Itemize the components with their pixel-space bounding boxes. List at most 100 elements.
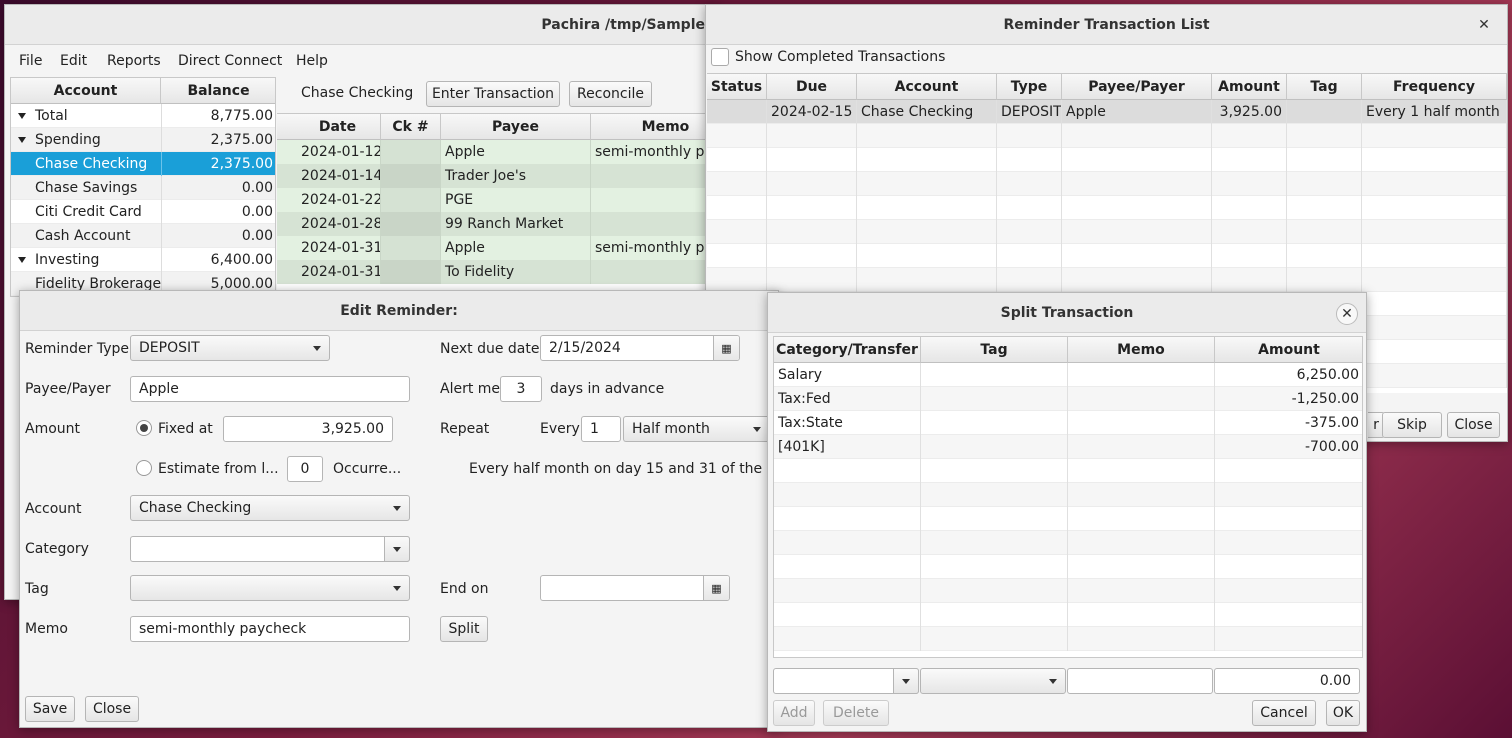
- close-icon[interactable]: ✕: [1336, 303, 1358, 325]
- empty-cell: [1215, 507, 1362, 531]
- calendar-icon[interactable]: ▦: [703, 576, 729, 600]
- end-on-input[interactable]: ▦: [540, 575, 730, 601]
- account-row[interactable]: Cash Account 0.00: [11, 224, 275, 248]
- expand-triangle-icon[interactable]: [18, 257, 26, 263]
- reminder-frequency: Every 1 half month: [1362, 100, 1507, 124]
- menu-direct-connect[interactable]: Direct Connect: [178, 53, 282, 69]
- account-row[interactable]: Spending 2,375.00: [11, 128, 275, 152]
- enter-transaction-button[interactable]: Enter Transaction: [426, 81, 560, 107]
- transaction-row[interactable]: 2024-01-31 Apple semi-monthly pa: [277, 236, 721, 260]
- reminder-row[interactable]: 2024-02-15 Chase Checking DEPOSIT Apple 3,92…: [707, 100, 1507, 124]
- payee-column-header[interactable]: Payee: [441, 114, 591, 140]
- fixed-amount-input[interactable]: 3,925.00: [223, 416, 393, 442]
- split-row[interactable]: [401K] -700.00: [774, 435, 1362, 459]
- memo-input[interactable]: semi-monthly paycheck: [130, 616, 410, 642]
- tag-select[interactable]: [130, 575, 410, 601]
- account-row[interactable]: Total 8,775.00: [11, 104, 275, 128]
- reminder-type-select[interactable]: DEPOSIT: [130, 335, 330, 361]
- transaction-date: 2024-01-14: [277, 164, 381, 188]
- menu-bar: File Edit Reports Direct Connect Help: [5, 49, 721, 75]
- empty-row: [707, 268, 1507, 292]
- frequency-column-header[interactable]: Frequency: [1362, 74, 1507, 100]
- category-column-header[interactable]: Category/Transfer: [774, 337, 921, 363]
- check-number-column-header[interactable]: Ck #: [381, 114, 441, 140]
- category-dropdown-button[interactable]: [384, 536, 410, 562]
- transaction-row[interactable]: 2024-01-28 99 Ranch Market: [277, 212, 721, 236]
- account-row[interactable]: Investing 6,400.00: [11, 248, 275, 272]
- split-amount: -700.00: [1215, 435, 1362, 459]
- split-tag-select[interactable]: [920, 668, 1066, 694]
- account-row[interactable]: Chase Savings 0.00: [11, 176, 275, 200]
- account-row[interactable]: Chase Checking 2,375.00: [11, 152, 275, 176]
- menu-reports[interactable]: Reports: [107, 53, 161, 69]
- every-unit-select[interactable]: Half month: [623, 416, 769, 442]
- expand-triangle-icon[interactable]: [18, 113, 26, 119]
- show-completed-checkbox[interactable]: [711, 48, 729, 66]
- estimate-count-input[interactable]: 0: [287, 456, 323, 482]
- split-tag: [921, 363, 1068, 387]
- split-amount: -1,250.00: [1215, 387, 1362, 411]
- split-memo-input[interactable]: [1067, 668, 1213, 694]
- type-column-header[interactable]: Type: [997, 74, 1062, 100]
- account-column-header[interactable]: Account: [11, 78, 161, 104]
- amount-column-header[interactable]: Amount: [1212, 74, 1287, 100]
- split-category: [401K]: [774, 435, 921, 459]
- skip-button[interactable]: Skip: [1382, 412, 1442, 438]
- empty-cell: [857, 196, 997, 220]
- empty-cell: [1062, 220, 1212, 244]
- reconcile-button[interactable]: Reconcile: [569, 81, 652, 107]
- split-titlebar[interactable]: Split Transaction ✕: [768, 293, 1366, 333]
- payee-input[interactable]: Apple: [130, 376, 410, 402]
- date-column-header[interactable]: Date: [277, 114, 381, 140]
- close-button[interactable]: Close: [1447, 412, 1500, 438]
- alert-days-input[interactable]: 3: [500, 376, 542, 402]
- transaction-row[interactable]: 2024-01-12 Apple semi-monthly pa: [277, 140, 721, 164]
- empty-cell: [1215, 459, 1362, 483]
- menu-file[interactable]: File: [19, 53, 42, 69]
- expand-triangle-icon[interactable]: [18, 137, 26, 143]
- category-input[interactable]: [130, 536, 410, 562]
- tag-column-header[interactable]: Tag: [921, 337, 1068, 363]
- balance-column-header[interactable]: Balance: [161, 78, 275, 104]
- edit-reminder-titlebar[interactable]: Edit Reminder:: [20, 291, 778, 331]
- ok-button[interactable]: OK: [1326, 700, 1360, 726]
- transaction-row[interactable]: 2024-01-14 Trader Joe's: [277, 164, 721, 188]
- calendar-icon[interactable]: ▦: [713, 336, 739, 360]
- estimate-radio[interactable]: [136, 460, 152, 476]
- due-column-header[interactable]: Due: [767, 74, 857, 100]
- split-button[interactable]: Split: [440, 616, 488, 642]
- split-row[interactable]: Salary 6,250.00: [774, 363, 1362, 387]
- split-category-dropdown[interactable]: [893, 668, 919, 694]
- split-amount-input[interactable]: 0.00: [1214, 668, 1360, 694]
- close-icon[interactable]: ✕: [1475, 16, 1493, 34]
- split-row[interactable]: Tax:Fed -1,250.00: [774, 387, 1362, 411]
- cancel-button[interactable]: Cancel: [1252, 700, 1316, 726]
- split-tag: [921, 435, 1068, 459]
- next-due-input[interactable]: 2/15/2024 ▦: [540, 335, 740, 361]
- empty-cell: [1068, 507, 1215, 531]
- transaction-row[interactable]: 2024-01-31 To Fidelity: [277, 260, 721, 284]
- account-row[interactable]: Citi Credit Card 0.00: [11, 200, 275, 224]
- amount-column-header[interactable]: Amount: [1215, 337, 1362, 363]
- status-column-header[interactable]: Status: [707, 74, 767, 100]
- account-select[interactable]: Chase Checking: [130, 495, 410, 521]
- reminder-list-titlebar[interactable]: Reminder Transaction List ✕: [706, 5, 1507, 45]
- account-column-header[interactable]: Account: [857, 74, 997, 100]
- memo-column-header[interactable]: Memo: [591, 114, 721, 140]
- main-window-titlebar[interactable]: Pachira /tmp/Sample: [5, 5, 719, 45]
- transaction-row[interactable]: 2024-01-22 PGE: [277, 188, 721, 212]
- empty-cell: [1287, 148, 1362, 172]
- menu-help[interactable]: Help: [296, 53, 328, 69]
- every-count-input[interactable]: 1: [581, 416, 621, 442]
- payee-column-header[interactable]: Payee/Payer: [1062, 74, 1212, 100]
- delete-button[interactable]: Delete: [823, 700, 889, 726]
- save-button[interactable]: Save: [25, 696, 75, 722]
- menu-edit[interactable]: Edit: [60, 53, 87, 69]
- tag-column-header[interactable]: Tag: [1287, 74, 1362, 100]
- fixed-at-radio[interactable]: [136, 420, 152, 436]
- add-button[interactable]: Add: [773, 700, 815, 726]
- split-row[interactable]: Tax:State -375.00: [774, 411, 1362, 435]
- close-edit-button[interactable]: Close: [85, 696, 139, 722]
- memo-column-header[interactable]: Memo: [1068, 337, 1215, 363]
- empty-cell: [997, 220, 1062, 244]
